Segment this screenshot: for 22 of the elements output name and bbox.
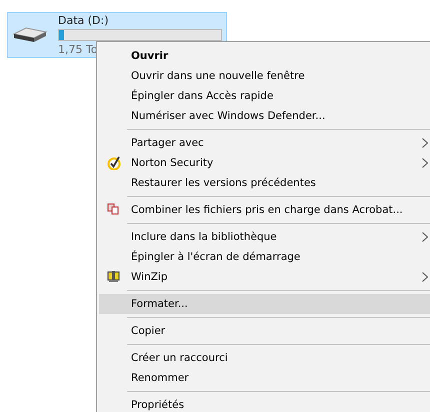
- document-stack-icon: [107, 203, 119, 215]
- menu-item[interactable]: Propriétés: [99, 395, 430, 412]
- menu-item[interactable]: Formater...: [99, 294, 430, 314]
- menu-item[interactable]: Copier: [99, 321, 430, 341]
- menu-item[interactable]: Épingler à l'écran de démarrage: [99, 247, 430, 267]
- menu-item[interactable]: WinZip: [99, 267, 430, 287]
- menu-item[interactable]: Partager avec: [99, 133, 430, 153]
- menu-item[interactable]: Inclure dans la bibliothèque: [99, 227, 430, 247]
- drive-name: Data (D:): [58, 14, 110, 27]
- menu-item[interactable]: Numériser avec Windows Defender...: [99, 106, 430, 126]
- zip-archive-icon: [107, 270, 120, 283]
- menu-item[interactable]: Renommer: [99, 368, 430, 388]
- menu-item[interactable]: Ouvrir dans une nouvelle fenêtre: [99, 66, 430, 86]
- chevron-right-icon: [422, 232, 428, 242]
- menu-item[interactable]: Combiner les fichiers pris en charge dans Acrobat...: [99, 200, 430, 220]
- menu-item[interactable]: Épingler dans Accès rapide: [99, 86, 430, 106]
- menu-item[interactable]: Norton Security: [99, 153, 430, 173]
- hard-drive-icon: [12, 26, 48, 44]
- chevron-right-icon: [422, 272, 428, 282]
- menu-item[interactable]: Restaurer les versions précédentes: [99, 173, 430, 193]
- checkmark-circle-icon: [107, 156, 121, 170]
- menu-item[interactable]: Créer un raccourci: [99, 348, 430, 368]
